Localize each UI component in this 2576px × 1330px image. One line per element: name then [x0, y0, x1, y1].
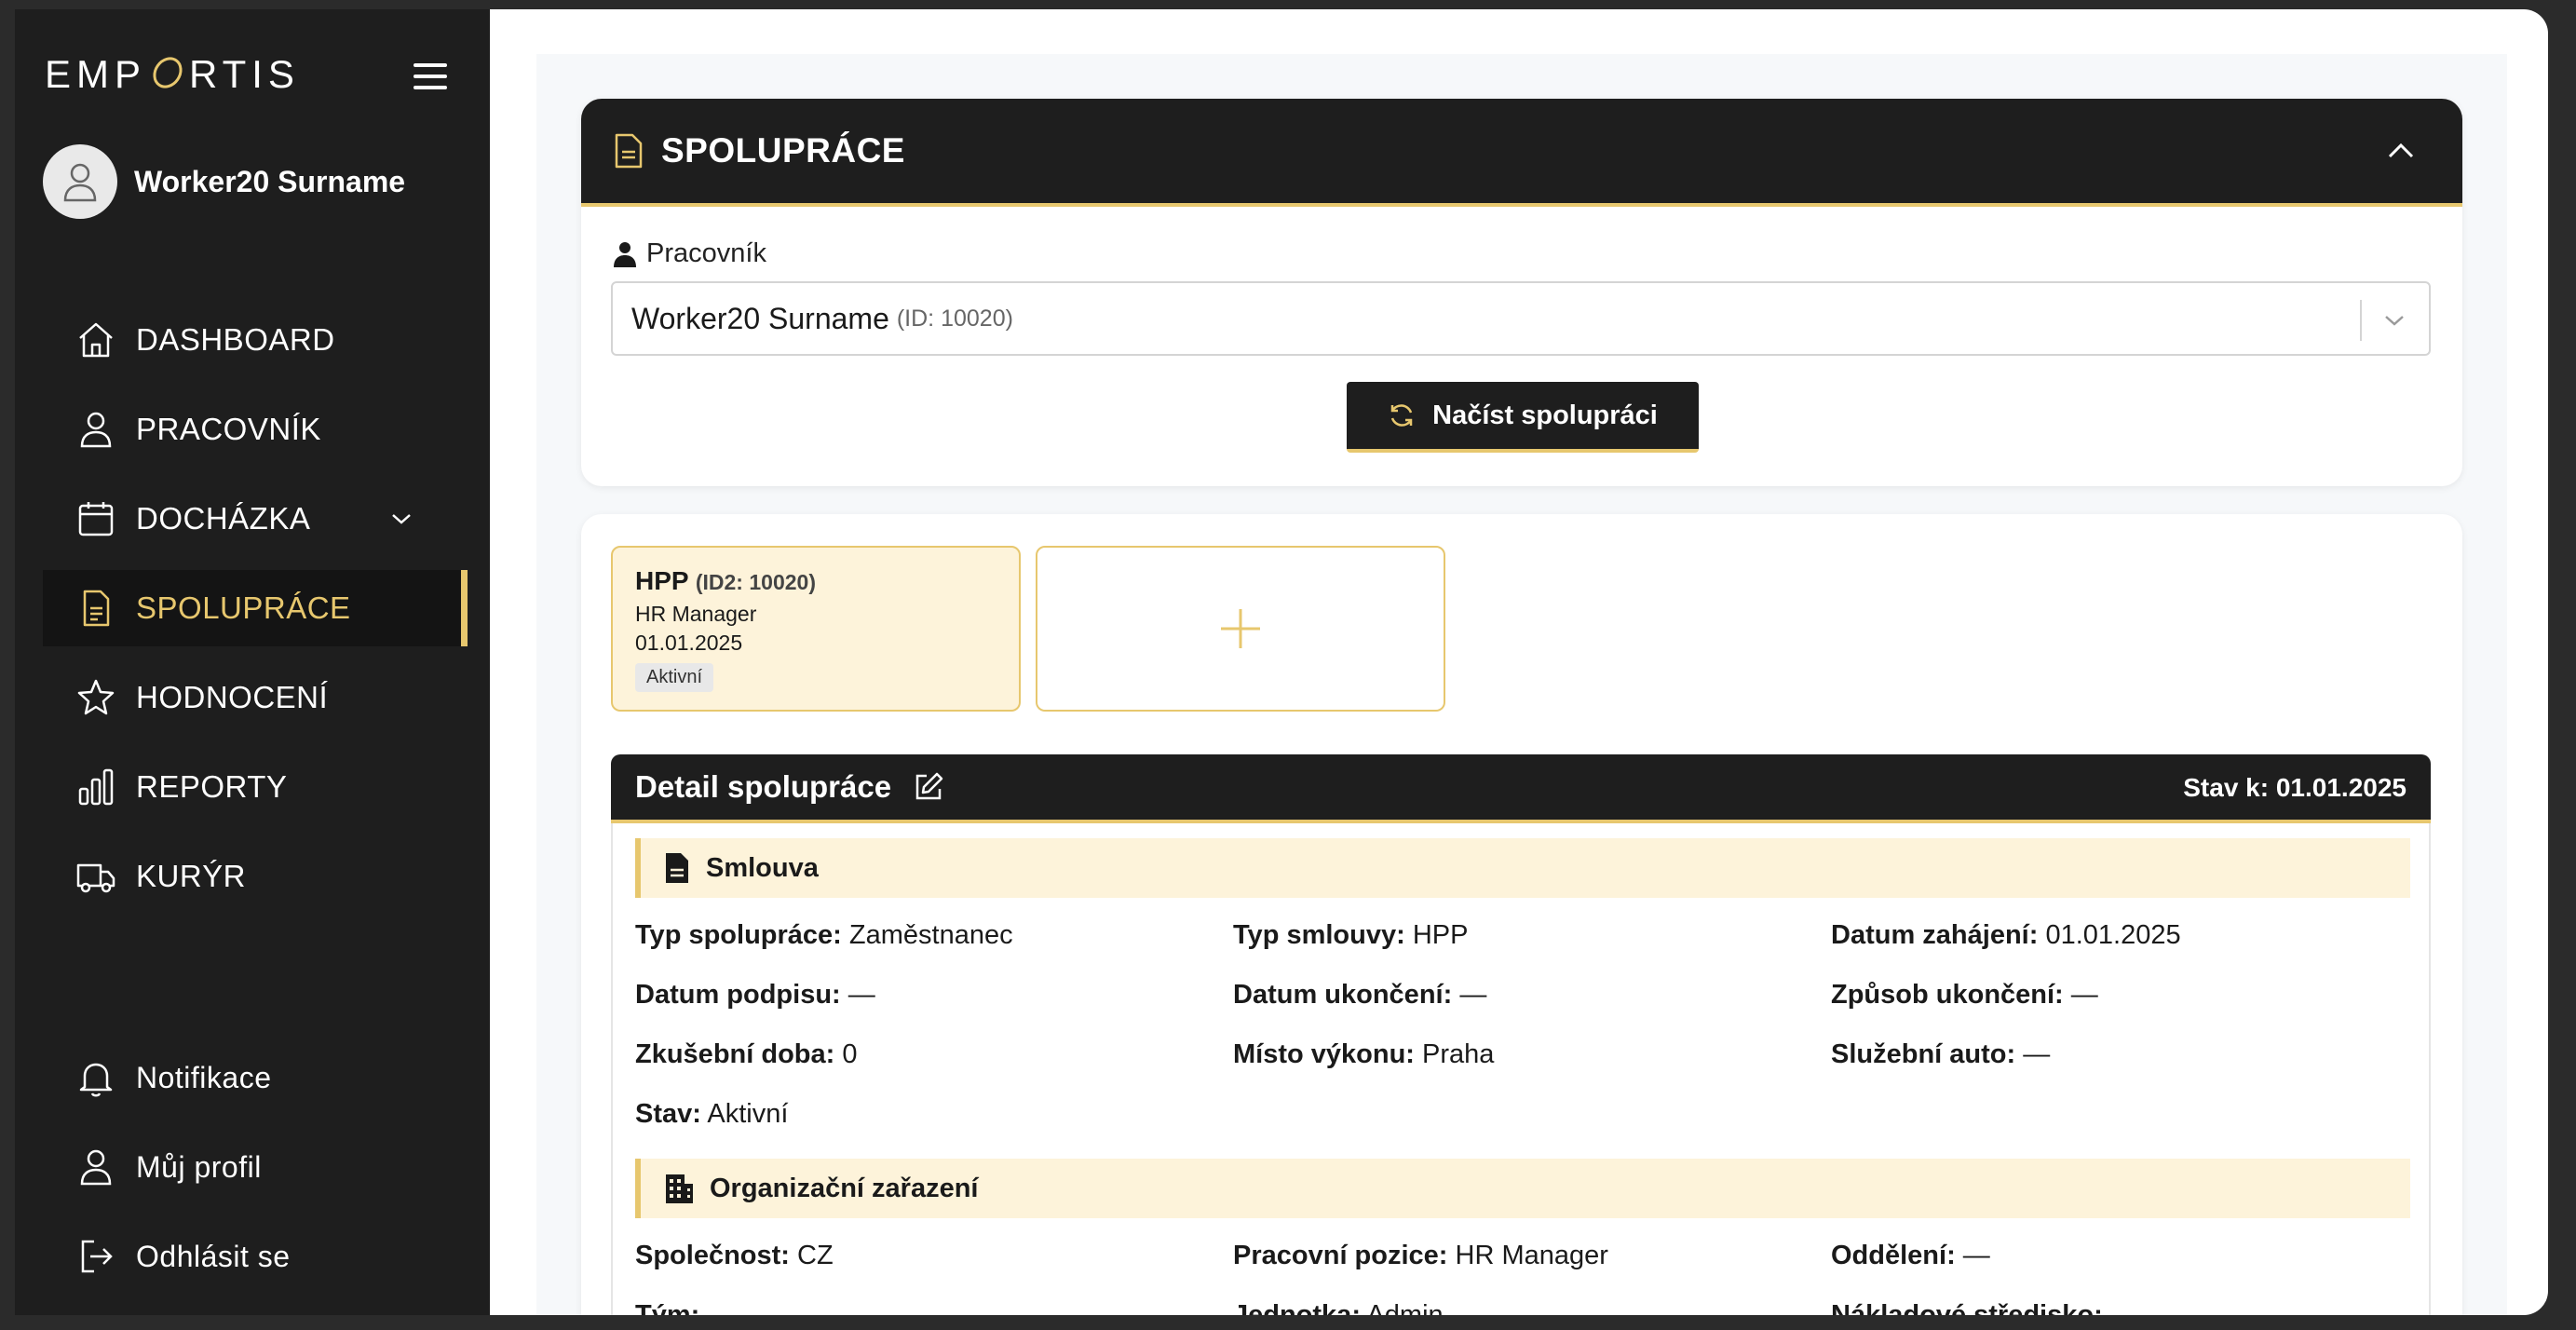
panel-title: SPOLUPRÁCE [661, 131, 905, 170]
nav-logout[interactable]: Odhlásit se [43, 1218, 468, 1295]
nav-rating[interactable]: HODNOCENÍ [43, 659, 468, 736]
bell-icon [75, 1056, 117, 1099]
nav-label: Můj profil [136, 1149, 262, 1184]
cooperation-detail-panel: HPP (ID2: 10020) HR Manager 01.01.2025 A… [581, 514, 2462, 1315]
app-logo[interactable]: EMP RTIS [45, 52, 300, 97]
detail-title: Detail spolupráce [635, 769, 892, 804]
field-misto-vykonu: Místo výkonu: Praha [1233, 1039, 1495, 1069]
user-block[interactable]: Worker20 Surname [43, 143, 405, 220]
nav-label: DASHBOARD [136, 322, 335, 357]
field-typ-smlouvy: Typ smlouvy: HPP [1233, 920, 1469, 950]
field-datum-podpisu: Datum podpisu: — [635, 980, 875, 1010]
nav-dashboard[interactable]: DASHBOARD [43, 302, 468, 378]
nav-attendance[interactable]: DOCHÁZKA [43, 481, 468, 557]
status-badge: Aktivní [635, 663, 714, 692]
building-icon [666, 1174, 693, 1203]
state-as-of: Stav k: 01.01.2025 [2183, 773, 2407, 802]
contract-type: HPP [635, 566, 689, 595]
user-name: Worker20 Surname [134, 164, 406, 198]
nav-worker[interactable]: PRACOVNÍK [43, 391, 468, 468]
nav-label: HODNOCENÍ [136, 680, 329, 714]
sidebar: EMP RTIS Worker20 Surname DASHBOARD PRACO… [15, 9, 490, 1315]
edit-icon[interactable] [912, 770, 945, 804]
bar-chart-icon [75, 766, 117, 808]
org-section-header: Organizační zařazení [635, 1159, 2410, 1218]
nav-reports[interactable]: REPORTY [43, 749, 468, 825]
document-icon [75, 587, 117, 630]
load-button-label: Načíst spolupráci [1432, 400, 1658, 430]
detail-header: Detail spolupráce Stav k: 01.01.2025 [611, 754, 2431, 823]
logo-text-start: EMP [45, 52, 147, 96]
menu-toggle-icon[interactable] [414, 63, 447, 89]
nav-label: KURÝR [136, 859, 247, 893]
logo-text-end: RTIS [189, 52, 300, 96]
worker-select[interactable]: Worker20 Surname (ID: 10020) [611, 281, 2431, 356]
contract-position: HR Manager [635, 602, 757, 626]
field-zpusob-ukonceni: Způsob ukončení: — [1831, 980, 2098, 1010]
nav-label: REPORTY [136, 769, 288, 804]
nav-label: SPOLUPRÁCE [136, 590, 351, 625]
section-title: Organizační zařazení [710, 1173, 979, 1203]
home-icon [75, 319, 117, 361]
calendar-icon [75, 497, 117, 540]
file-icon [666, 853, 688, 883]
star-icon [75, 676, 117, 719]
nav-cooperation[interactable]: SPOLUPRÁCE [43, 570, 468, 646]
plus-icon [1221, 609, 1260, 648]
select-separator [2360, 300, 2362, 341]
truck-icon [75, 855, 117, 898]
load-cooperation-button[interactable]: Načíst spolupráci [1347, 382, 1699, 453]
field-datum-zahajeni: Datum zahájení: 01.01.2025 [1831, 920, 2181, 950]
detail-body: Smlouva Typ spolupráce: Zaměstnanec Typ … [611, 823, 2431, 1315]
section-title: Smlouva [706, 852, 819, 883]
contract-section-header: Smlouva [635, 838, 2410, 898]
chevron-up-icon[interactable] [2384, 138, 2418, 164]
add-contract-button[interactable] [1036, 546, 1445, 712]
logout-icon [75, 1235, 117, 1278]
chevron-down-icon[interactable] [2380, 309, 2408, 332]
content-area: SPOLUPRÁCE Pracovník Worker20 Surname (I… [536, 54, 2507, 1315]
field-typ-spoluprace: Typ spolupráce: Zaměstnanec [635, 920, 1013, 950]
nav-courier[interactable]: KURÝR [43, 838, 468, 915]
user-icon [63, 163, 97, 202]
worker-field-label: Pracovník [613, 238, 766, 269]
contract-date: 01.01.2025 [635, 631, 743, 655]
contract-id: (ID2: 10020) [695, 570, 816, 594]
field-oddeleni: Oddělení: — [1831, 1241, 1990, 1270]
nav-label: DOCHÁZKA [136, 501, 311, 536]
chevron-down-icon[interactable] [387, 505, 415, 533]
nav-notifications[interactable]: Notifikace [43, 1039, 468, 1116]
field-spolecnost: Společnost: CZ [635, 1241, 834, 1270]
person-icon [75, 408, 117, 451]
field-nakladove-stredisko: Nákladové středisko: [1831, 1300, 2103, 1315]
worker-label: Pracovník [646, 238, 766, 268]
field-tym: Tým: [635, 1300, 700, 1315]
person-icon [75, 1146, 117, 1188]
field-stav: Stav: Aktivní [635, 1099, 789, 1129]
avatar [43, 144, 117, 219]
main-area: SPOLUPRÁCE Pracovník Worker20 Surname (I… [490, 9, 2548, 1315]
refresh-icon [1390, 404, 1413, 427]
contract-card[interactable]: HPP (ID2: 10020) HR Manager 01.01.2025 A… [611, 546, 1021, 712]
worker-select-value: Worker20 Surname [631, 301, 889, 335]
field-zkusebni-doba: Zkušební doba: 0 [635, 1039, 858, 1069]
panel-header: SPOLUPRÁCE [581, 99, 2462, 207]
document-icon [615, 133, 643, 169]
logo-o-swoosh [146, 54, 189, 88]
nav-label: Odhlásit se [136, 1239, 291, 1273]
nav-label: PRACOVNÍK [136, 412, 321, 446]
person-icon [614, 241, 636, 267]
field-pracovni-pozice: Pracovní pozice: HR Manager [1233, 1241, 1608, 1270]
worker-select-id: (ID: 10020) [896, 305, 1013, 332]
field-jednotka: Jednotka: Admin [1233, 1300, 1444, 1315]
nav-label: Notifikace [136, 1060, 272, 1094]
field-datum-ukonceni: Datum ukončení: — [1233, 980, 1487, 1010]
field-sluzebni-auto: Služební auto: — [1831, 1039, 2051, 1069]
contract-type-line: HPP (ID2: 10020) [635, 566, 997, 596]
nav-profile[interactable]: Můj profil [43, 1129, 468, 1205]
cooperation-panel: SPOLUPRÁCE Pracovník Worker20 Surname (I… [581, 99, 2462, 486]
